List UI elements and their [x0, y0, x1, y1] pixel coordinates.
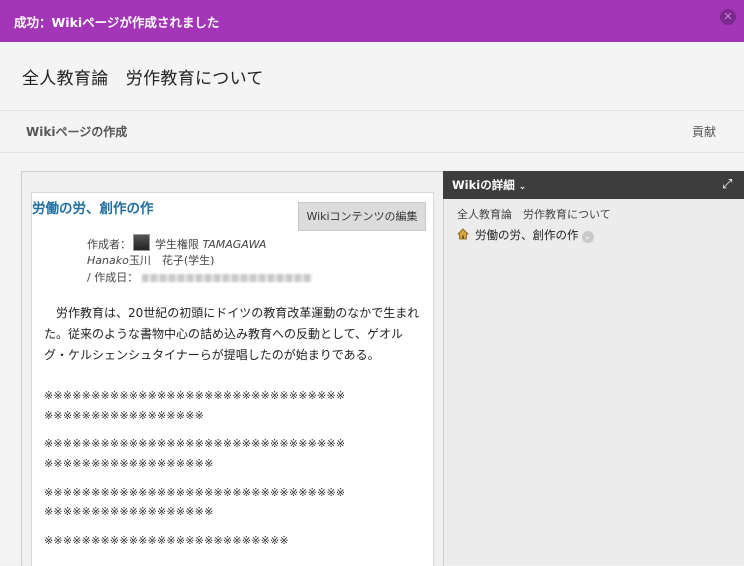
expand-icon[interactable]: ⤢ [722, 178, 736, 192]
close-icon[interactable]: ✕ [720, 9, 736, 25]
contribution-link[interactable]: 貢献 [692, 123, 716, 140]
created-line: / 作成日： [87, 269, 313, 285]
page-title: 全人教育論 労作教育について [22, 69, 264, 89]
avatar [133, 234, 150, 251]
wiki-page-title[interactable]: 労働の労、創作の作 [32, 197, 154, 217]
banner-message: 成功：Wikiページが作成されました [14, 15, 220, 30]
wiki-tree-item[interactable]: 労働の労、創作の作 ⌄ [457, 227, 594, 243]
author-line: 作成者： 学生権限 TAMAGAWA [87, 234, 266, 252]
edit-wiki-content-button[interactable]: Wikiコンテンツの編集 [298, 202, 426, 231]
placeholder-line: ※※※※※※※※※※※※※※※※※※ [44, 457, 214, 470]
author-first-name: Hanako [87, 254, 129, 267]
placeholder-line: ※※※※※※※※※※※※※※※※※※※※※※※※※※※※※※※※ [44, 389, 346, 402]
wiki-details-toggle[interactable]: Wikiの詳細 ⌄ [452, 177, 526, 193]
wiki-body: 労作教育は、20世紀の初頭にドイツの教育改革運動のなかで生まれた。従来のような書… [44, 306, 420, 362]
author-label: 作成者： [87, 238, 131, 251]
page-header: 全人教育論 労作教育について [0, 42, 744, 111]
wiki-details-title: Wikiの詳細 [452, 178, 515, 192]
blurred-date [142, 274, 313, 282]
success-banner: 成功：Wikiページが作成されました ✕ [0, 0, 744, 42]
author-name: 学生権限 [155, 238, 199, 251]
placeholder-line: ※※※※※※※※※※※※※※※※※ [44, 409, 205, 422]
create-wiki-page-label: Wikiページの作成 [26, 125, 128, 139]
author-line-2: Hanako玉川 花子(学生) [87, 252, 214, 268]
home-icon [457, 228, 469, 240]
created-label: / 作成日： [87, 271, 139, 284]
wiki-breadcrumb: 全人教育論 労作教育について [457, 208, 611, 221]
placeholder-line: ※※※※※※※※※※※※※※※※※※※※※※※※※※ [44, 534, 289, 547]
author-full-name: 玉川 花子(学生) [128, 254, 215, 267]
placeholder-line: ※※※※※※※※※※※※※※※※※※※※※※※※※※※※※※※※ [44, 437, 346, 450]
action-bar: Wikiページの作成 貢献 [0, 111, 744, 153]
chevron-down-icon[interactable]: ⌄ [581, 231, 594, 243]
author-name-italic: TAMAGAWA [202, 238, 267, 251]
wiki-tree-item-label: 労働の労、創作の作 [475, 228, 579, 242]
placeholder-line: ※※※※※※※※※※※※※※※※※※※※※※※※※※※※※※※※ [44, 486, 346, 499]
chevron-down-icon: ⌄ [518, 182, 527, 192]
placeholder-line: ※※※※※※※※※※※※※※※※※※ [44, 505, 214, 518]
